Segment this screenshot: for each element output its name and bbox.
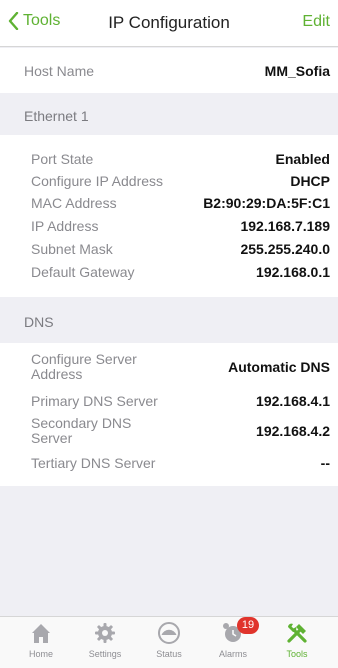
tertiary-dns-row[interactable]: Tertiary DNS Server --: [31, 455, 330, 471]
tab-alarms[interactable]: 19 Alarms: [203, 617, 263, 659]
tab-settings-label: Settings: [88, 649, 122, 659]
configure-ip-label: Configure IP Address: [31, 172, 164, 189]
tab-bar: Home Settings Status 19 Alarms Tools: [0, 616, 338, 668]
tools-icon: [287, 623, 307, 643]
port-state-value: Enabled: [275, 151, 330, 167]
configure-server-address-row[interactable]: Configure Server Address Automatic DNS: [31, 352, 330, 382]
secondary-dns-label-line2: Server: [31, 430, 73, 446]
ip-address-value: 192.168.7.189: [240, 218, 330, 234]
dns-card: Configure Server Address Automatic DNS P…: [0, 343, 338, 486]
secondary-dns-label: Secondary DNS Server: [31, 416, 131, 446]
host-name-label: Host Name: [24, 62, 95, 79]
mac-address-value: B2:90:29:DA:5F:C1: [203, 195, 330, 211]
primary-dns-label: Primary DNS Server: [31, 392, 158, 409]
mac-address-label: MAC Address: [31, 194, 117, 211]
subnet-mask-value: 255.255.240.0: [240, 241, 330, 257]
tab-settings[interactable]: Settings: [75, 621, 135, 659]
tab-home-label: Home: [28, 649, 53, 659]
tertiary-dns-label: Tertiary DNS Server: [31, 454, 156, 471]
home-icon: [32, 624, 50, 643]
subnet-mask-row[interactable]: Subnet Mask 255.255.240.0: [31, 241, 330, 257]
configure-ip-value: DHCP: [290, 173, 330, 189]
chevron-left-icon: [8, 12, 19, 30]
ip-address-row[interactable]: IP Address 192.168.7.189: [31, 218, 330, 234]
secondary-dns-label-line1: Secondary DNS: [31, 415, 132, 431]
port-state-row[interactable]: Port State Enabled: [31, 151, 330, 167]
tab-status-label: Status: [156, 649, 182, 659]
configure-server-address-value: Automatic DNS: [228, 359, 330, 375]
ethernet-section-header: Ethernet 1: [0, 93, 338, 135]
tab-status[interactable]: Status: [139, 621, 199, 659]
dns-section-header: DNS: [0, 297, 338, 343]
default-gateway-label: Default Gateway: [31, 263, 135, 280]
default-gateway-row[interactable]: Default Gateway 192.168.0.1: [31, 264, 330, 280]
subnet-mask-label: Subnet Mask: [31, 240, 113, 257]
ethernet-header-label: Ethernet 1: [24, 108, 89, 124]
dns-header-label: DNS: [24, 314, 54, 330]
host-name-row[interactable]: Host Name MM_Sofia: [24, 63, 330, 79]
gauge-icon: [158, 622, 180, 644]
ip-address-label: IP Address: [31, 217, 99, 234]
secondary-dns-row[interactable]: Secondary DNS Server 192.168.4.2: [31, 416, 330, 446]
configure-ip-row[interactable]: Configure IP Address DHCP: [31, 173, 330, 189]
configure-server-address-label-line1: Configure Server: [31, 351, 137, 367]
back-button-label: Tools: [23, 12, 61, 29]
port-state-label: Port State: [31, 150, 94, 167]
default-gateway-value: 192.168.0.1: [256, 264, 330, 280]
primary-dns-value: 192.168.4.1: [256, 393, 330, 409]
configure-server-address-label: Configure Server Address: [31, 352, 137, 382]
host-name-value: MM_Sofia: [264, 63, 330, 79]
edit-button[interactable]: Edit: [302, 13, 330, 31]
primary-dns-row[interactable]: Primary DNS Server 192.168.4.1: [31, 393, 330, 409]
mac-address-row[interactable]: MAC Address B2:90:29:DA:5F:C1: [31, 195, 330, 211]
tertiary-dns-value: --: [320, 455, 330, 471]
ethernet-card: Port State Enabled Configure IP Address …: [0, 135, 338, 297]
tab-tools-label: Tools: [286, 649, 308, 659]
tab-tools[interactable]: Tools: [267, 621, 327, 659]
host-name-card: Host Name MM_Sofia: [0, 48, 338, 93]
tab-alarms-label: Alarms: [218, 649, 247, 659]
secondary-dns-value: 192.168.4.2: [256, 423, 330, 439]
tab-home[interactable]: Home: [11, 621, 71, 659]
gear-icon: [95, 623, 115, 643]
back-button[interactable]: Tools: [8, 12, 60, 30]
navigation-bar: Tools IP Configuration Edit: [0, 0, 338, 47]
configure-server-address-label-line2: Address: [31, 366, 83, 382]
alarms-badge: 19: [237, 617, 259, 634]
